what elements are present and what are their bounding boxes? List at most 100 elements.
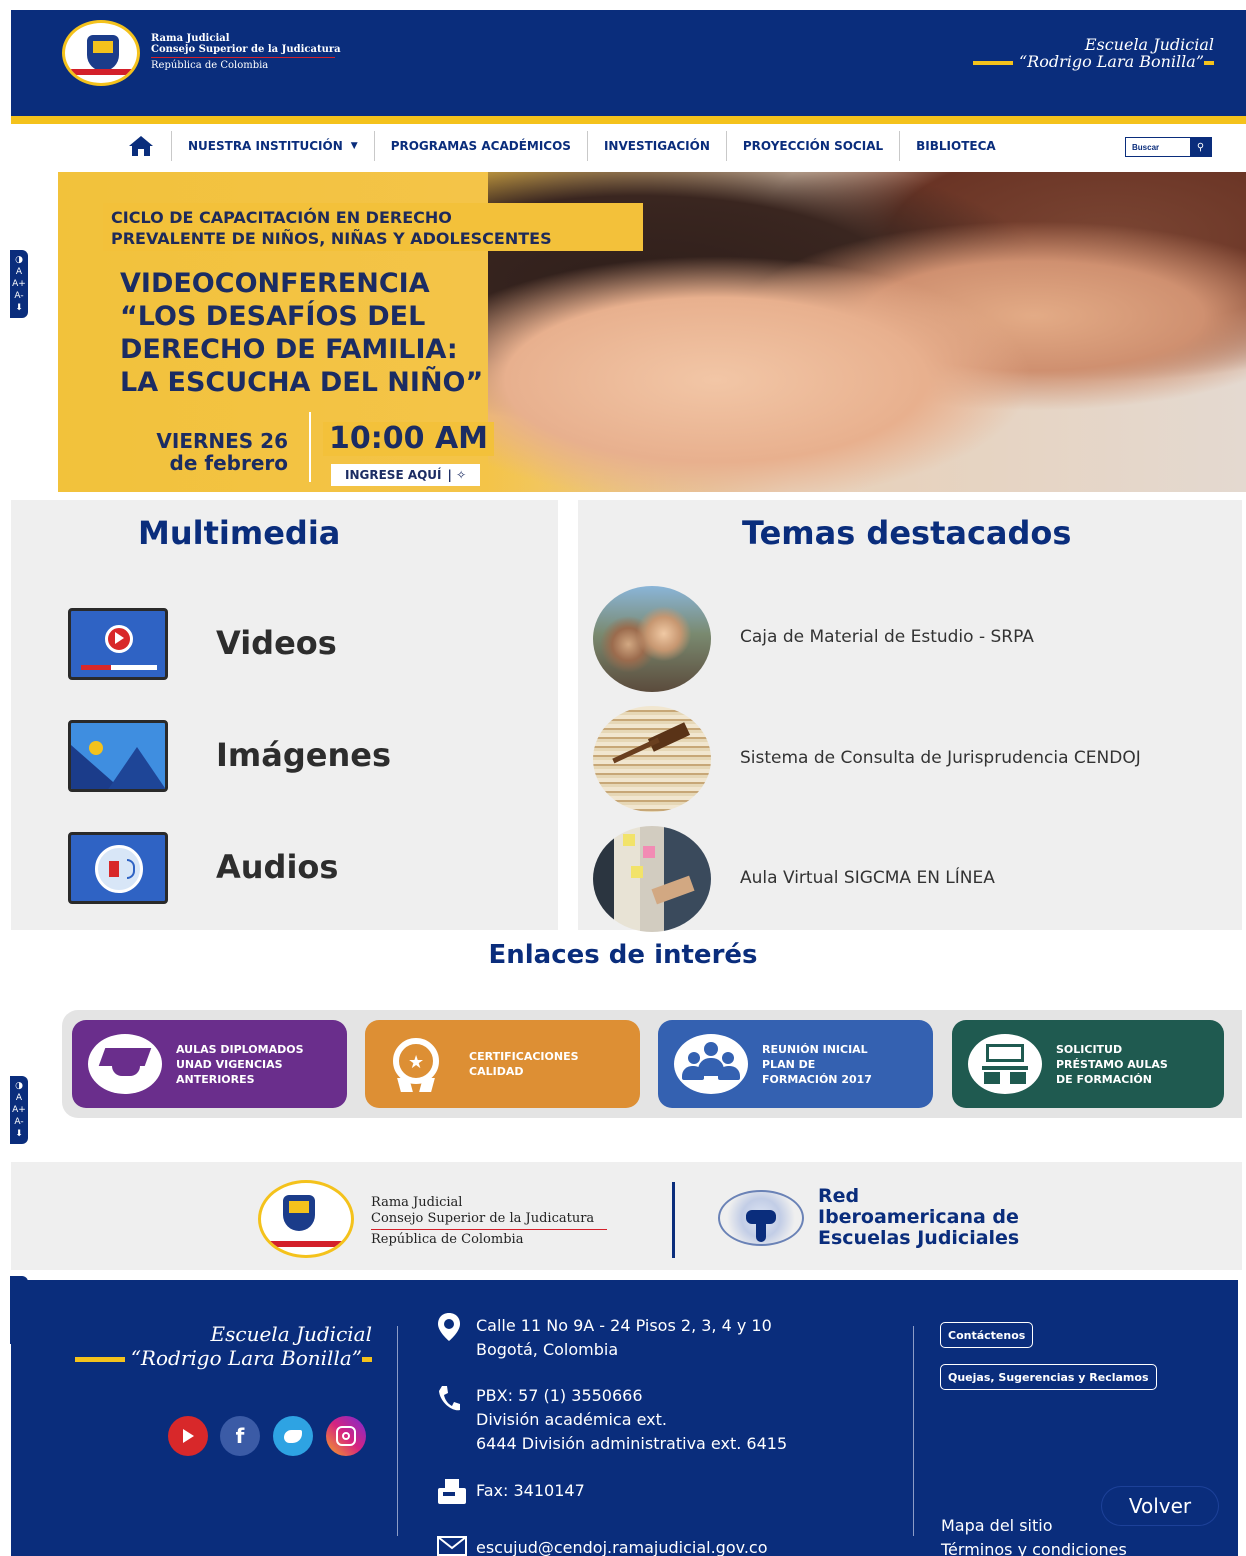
banner-time: 10:00 AM bbox=[323, 422, 495, 456]
back-to-top-button[interactable]: Volver bbox=[1102, 1487, 1218, 1525]
facebook-icon[interactable]: f bbox=[220, 1416, 260, 1456]
card-line2: PRÉSTAMO AULAS bbox=[1056, 1057, 1168, 1071]
featured-item-cendoj[interactable]: Sistema de Consulta de Jurisprudencia CE… bbox=[740, 748, 1141, 768]
footer-school-line1: Escuela Judicial bbox=[210, 1322, 372, 1346]
footer-fax: Fax: 3410147 bbox=[476, 1481, 585, 1500]
nav-item-programas[interactable]: PROGRAMAS ACADÉMICOS bbox=[375, 131, 588, 161]
school-name-line2: “Rodrigo Lara Bonilla” bbox=[1018, 52, 1204, 71]
link-card-aulas-diplomados[interactable]: AULAS DIPLOMADOS UNAD VIGENCIAS ANTERIORES bbox=[72, 1020, 347, 1108]
footer-divider-right bbox=[913, 1326, 914, 1536]
contrast-icon[interactable]: ◑ bbox=[10, 254, 28, 266]
banner-divider bbox=[309, 412, 311, 482]
partners-divider bbox=[672, 1182, 675, 1258]
partner-line1: Rama Judicial bbox=[371, 1195, 463, 1210]
nav-item-institucion[interactable]: NUESTRA INSTITUCIÓN ▼ bbox=[172, 131, 375, 161]
font-normal-button[interactable]: A bbox=[10, 1092, 28, 1104]
fax-icon bbox=[437, 1478, 467, 1512]
banner-date-line2: de febrero bbox=[169, 451, 288, 475]
banner-title-line3: DERECHO DE FAMILIA: bbox=[120, 334, 458, 365]
phone-line1: PBX: 57 (1) 3550666 bbox=[476, 1386, 643, 1405]
location-pin-icon bbox=[437, 1312, 461, 1348]
contrast-icon[interactable]: ◑ bbox=[10, 1080, 28, 1092]
phone-line3: 6444 División administrativa ext. 6415 bbox=[476, 1434, 788, 1453]
contact-button[interactable]: Contáctenos bbox=[940, 1322, 1034, 1348]
search-box: ⚲ bbox=[1125, 137, 1212, 157]
home-icon bbox=[128, 136, 153, 156]
videos-link[interactable]: Videos bbox=[216, 624, 337, 662]
font-decrease-button[interactable]: A- bbox=[10, 290, 28, 302]
video-icon[interactable] bbox=[68, 608, 168, 680]
font-increase-button[interactable]: A+ bbox=[10, 1104, 28, 1116]
footer-address: Calle 11 No 9A - 24 Pisos 2, 3, 4 y 10 B… bbox=[476, 1314, 772, 1362]
address-line2: Bogotá, Colombia bbox=[476, 1340, 619, 1359]
home-nav-button[interactable] bbox=[110, 131, 172, 161]
red-line3: Escuelas Judiciales bbox=[818, 1227, 1020, 1249]
audio-icon[interactable] bbox=[68, 832, 168, 904]
instagram-icon[interactable] bbox=[326, 1416, 366, 1456]
ingrese-aqui-button[interactable]: INGRESE AQUÍ | ✧ bbox=[331, 464, 481, 486]
banner-date: VIERNES 26 de febrero bbox=[138, 430, 288, 474]
nav-item-label: NUESTRA INSTITUCIÓN bbox=[188, 139, 343, 153]
hero-banner[interactable]: CICLO DE CAPACITACIÓN EN DERECHO PREVALE… bbox=[58, 172, 1246, 492]
accessibility-toolbar: ◑ A A+ A- ⬇ bbox=[10, 1076, 28, 1144]
globe-logo-icon[interactable] bbox=[718, 1190, 804, 1246]
phone-line2: División académica ext. bbox=[476, 1410, 667, 1429]
nav-item-biblioteca[interactable]: BIBLIOTECA bbox=[900, 131, 1012, 161]
card-line3: DE FORMACIÓN bbox=[1056, 1072, 1152, 1086]
rama-judicial-seal-logo[interactable] bbox=[258, 1180, 354, 1258]
gavel-photo[interactable] bbox=[593, 706, 711, 812]
complaints-button[interactable]: Quejas, Sugerencias y Reclamos bbox=[940, 1364, 1157, 1390]
font-normal-button[interactable]: A bbox=[10, 266, 28, 278]
award-badge-icon: ★ bbox=[381, 1034, 455, 1094]
main-nav: NUESTRA INSTITUCIÓN ▼ PROGRAMAS ACADÉMICO… bbox=[110, 130, 1012, 162]
school-logo[interactable]: Escuela Judicial “Rodrigo Lara Bonilla” bbox=[972, 35, 1214, 71]
twitter-icon[interactable] bbox=[273, 1416, 313, 1456]
font-increase-button[interactable]: A+ bbox=[10, 278, 28, 290]
banner-cycle-line2: PREVALENTE DE NIÑOS, NIÑAS Y ADOLESCENTE… bbox=[111, 229, 552, 248]
classroom-photo[interactable] bbox=[593, 826, 711, 932]
audios-link[interactable]: Audios bbox=[216, 848, 338, 886]
youtube-icon[interactable] bbox=[168, 1416, 208, 1456]
search-icon: ⚲ bbox=[1196, 141, 1205, 153]
footer-email[interactable]: escujud@cendoj.ramajudicial.gov.co bbox=[476, 1536, 768, 1556]
search-button[interactable]: ⚲ bbox=[1190, 138, 1211, 156]
cursor-click-icon: | ✧ bbox=[447, 468, 467, 482]
link-card-reunion-inicial[interactable]: REUNIÓN INICIAL PLAN DE FORMACIÓN 2017 bbox=[658, 1020, 933, 1108]
email-icon bbox=[437, 1536, 467, 1556]
image-icon[interactable] bbox=[68, 720, 168, 792]
search-input[interactable] bbox=[1126, 138, 1190, 156]
school-name-line1: Escuela Judicial bbox=[1084, 35, 1214, 54]
link-card-prestamo-aulas[interactable]: SOLICITUD PRÉSTAMO AULAS DE FORMACIÓN bbox=[952, 1020, 1224, 1108]
banner-cycle-label: CICLO DE CAPACITACIÓN EN DERECHO PREVALE… bbox=[103, 203, 643, 251]
banner-title-line1: VIDEOCONFERENCIA bbox=[120, 268, 430, 299]
card-line1: REUNIÓN INICIAL bbox=[762, 1042, 868, 1056]
link-card-certificaciones[interactable]: ★ CERTIFICACIONES CALIDAD bbox=[365, 1020, 640, 1108]
font-decrease-button[interactable]: A- bbox=[10, 1116, 28, 1128]
group-people-icon bbox=[674, 1034, 748, 1094]
featured-item-sigcma[interactable]: Aula Virtual SIGCMA EN LÍNEA bbox=[740, 868, 995, 888]
links-title: Enlaces de interés bbox=[488, 940, 758, 970]
card-line3: ANTERIORES bbox=[176, 1072, 255, 1086]
rama-judicial-logo-text: Rama Judicial Consejo Superior de la Jud… bbox=[151, 33, 341, 71]
featured-item-srpa[interactable]: Caja de Material de Estudio - SRPA bbox=[740, 627, 1034, 647]
students-photo[interactable] bbox=[593, 586, 711, 692]
footer-phone: PBX: 57 (1) 3550666 División académica e… bbox=[476, 1384, 787, 1456]
phone-icon bbox=[437, 1385, 461, 1419]
address-line1: Calle 11 No 9A - 24 Pisos 2, 3, 4 y 10 bbox=[476, 1316, 772, 1335]
banner-title-line2: “LOS DESAFÍOS DEL bbox=[120, 301, 426, 332]
download-icon[interactable]: ⬇ bbox=[10, 1128, 28, 1140]
sitemap-link[interactable]: Mapa del sitio bbox=[941, 1516, 1052, 1535]
colombia-seal-logo[interactable] bbox=[62, 20, 140, 86]
banner-title: VIDEOCONFERENCIA “LOS DESAFÍOS DEL DEREC… bbox=[120, 267, 540, 399]
partner-line3: República de Colombia bbox=[371, 1232, 524, 1247]
download-icon[interactable]: ⬇ bbox=[10, 302, 28, 314]
red-line1: Red bbox=[818, 1185, 860, 1207]
accessibility-toolbar: ◑ A A+ A- ⬇ bbox=[10, 250, 28, 318]
terms-link[interactable]: Términos y condiciones bbox=[941, 1540, 1127, 1556]
imagenes-link[interactable]: Imágenes bbox=[216, 736, 391, 774]
banner-title-line4: LA ESCUCHA DEL NIÑO” bbox=[120, 367, 484, 398]
nav-item-investigacion[interactable]: INVESTIGACIÓN bbox=[588, 131, 727, 161]
card-line3: FORMACIÓN 2017 bbox=[762, 1072, 872, 1086]
footer-school-line2: “Rodrigo Lara Bonilla” bbox=[130, 1346, 362, 1370]
nav-item-proyeccion[interactable]: PROYECCIÓN SOCIAL bbox=[727, 131, 901, 161]
